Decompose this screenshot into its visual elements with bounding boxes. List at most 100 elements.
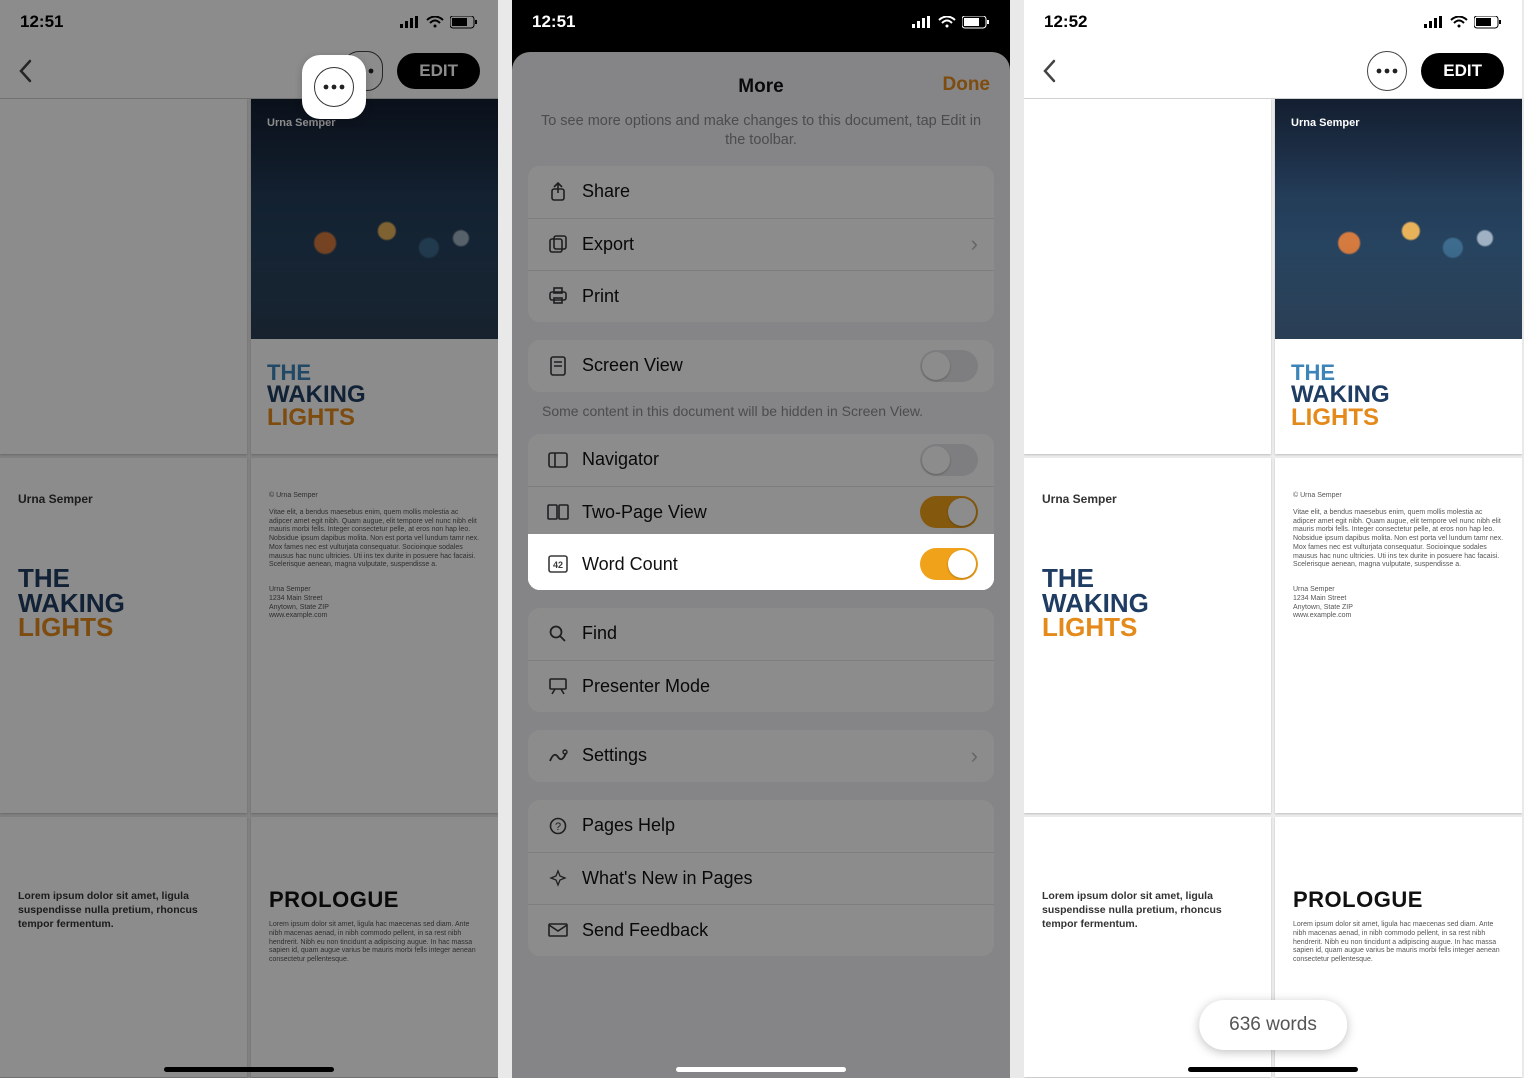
more-button[interactable] [1367, 51, 1407, 91]
row-settings-label: Settings [582, 745, 971, 766]
dedication-text: Lorem ipsum dolor sit amet, ligula suspe… [1042, 889, 1253, 932]
back-button[interactable] [1042, 57, 1060, 85]
group-tools: Find Presenter Mode [528, 608, 994, 712]
toggle-two-page[interactable] [920, 496, 978, 528]
screenshot-3: 12:52 EDIT Urna Semper THE [1024, 0, 1522, 1078]
sheet-header: More Done [512, 66, 1010, 108]
toggle-screen-view[interactable] [920, 350, 978, 382]
help-icon: ? [544, 817, 572, 835]
page-prologue: PROLOGUE Lorem ipsum dolor sit amet, lig… [251, 817, 498, 1077]
title-author: Urna Semper [18, 492, 229, 506]
row-navigator[interactable]: Navigator [528, 434, 994, 486]
row-two-page-label: Two-Page View [582, 502, 920, 523]
row-export-label: Export [582, 234, 971, 255]
page-blank [0, 99, 247, 454]
wifi-icon [938, 16, 956, 28]
credits-para: Vitae elit, a bendus maesebus enim, quem… [269, 509, 480, 570]
row-screen-view[interactable]: Screen View [528, 340, 994, 392]
battery-icon [450, 16, 478, 29]
presenter-icon [544, 677, 572, 695]
row-whats-new-label: What's New in Pages [582, 868, 978, 889]
copyright-head: © Urna Semper [1293, 492, 1504, 501]
edit-button[interactable]: EDIT [1421, 53, 1504, 89]
cellular-icon [1424, 16, 1444, 28]
cover-title-lights: LIGHTS [267, 407, 482, 430]
cover-author: Urna Semper [1291, 117, 1359, 129]
two-page-icon [544, 504, 572, 520]
wifi-icon [1450, 16, 1468, 28]
row-navigator-label: Navigator [582, 449, 920, 470]
settings-icon [544, 747, 572, 765]
status-bar: 12:51 [0, 0, 498, 44]
more-sheet: More Done To see more options and make c… [512, 52, 1010, 1078]
toggle-word-count[interactable] [920, 548, 978, 580]
find-icon [544, 625, 572, 643]
row-find-label: Find [582, 623, 978, 644]
row-two-page[interactable]: Two-Page View [528, 486, 994, 538]
cover-image: Urna Semper [1275, 99, 1522, 339]
row-pages-help[interactable]: ? Pages Help [528, 800, 994, 852]
row-send-feedback[interactable]: Send Feedback [528, 904, 994, 956]
screen-view-note: Some content in this document will be hi… [512, 402, 1010, 434]
page-title: Urna Semper THE WAKING LIGHTS [0, 458, 247, 813]
row-presenter[interactable]: Presenter Mode [528, 660, 994, 712]
export-icon [544, 234, 572, 254]
row-print-label: Print [582, 286, 978, 307]
title-line-the: THE [18, 566, 229, 591]
cellular-icon [912, 16, 932, 28]
screen-view-icon [544, 356, 572, 376]
prologue-heading: PROLOGUE [1293, 887, 1504, 913]
status-indicators [912, 16, 990, 29]
done-button[interactable]: Done [943, 74, 991, 96]
title-author: Urna Semper [1042, 492, 1253, 506]
row-word-count[interactable]: 42 Word Count [528, 538, 994, 590]
svg-text:42: 42 [553, 560, 563, 570]
row-word-count-label: Word Count [582, 554, 920, 575]
sheet-subtitle: To see more options and make changes to … [512, 108, 1010, 166]
word-count-pill[interactable]: 636 words [1199, 1000, 1347, 1050]
row-settings[interactable]: Settings › [528, 730, 994, 782]
row-whats-new[interactable]: What's New in Pages [528, 852, 994, 904]
wifi-icon [426, 16, 444, 28]
credit-block: Urna Semper 1234 Main Street Anytown, St… [269, 586, 480, 621]
row-presenter-label: Presenter Mode [582, 676, 978, 697]
edit-button[interactable]: EDIT [397, 53, 480, 89]
battery-icon [1474, 16, 1502, 29]
page-title: Urna Semper THE WAKING LIGHTS [1024, 458, 1271, 813]
battery-icon [962, 16, 990, 29]
toggle-navigator[interactable] [920, 444, 978, 476]
dedication-text: Lorem ipsum dolor sit amet, ligula suspe… [18, 889, 229, 932]
group-help: ? Pages Help What's New in Pages Send Fe… [528, 800, 994, 956]
status-indicators [1424, 16, 1502, 29]
copyright-head: © Urna Semper [269, 492, 480, 501]
group-share: Share Export › Print [528, 166, 994, 322]
cover-title-lights: LIGHTS [1291, 407, 1506, 430]
row-screen-view-label: Screen View [582, 355, 920, 376]
row-share-label: Share [582, 181, 978, 202]
word-count-icon: 42 [544, 555, 572, 573]
row-find[interactable]: Find [528, 608, 994, 660]
screenshot-1: 12:51 EDIT Urna Semper THE [0, 0, 498, 1078]
cellular-icon [400, 16, 420, 28]
page-blank [1024, 99, 1271, 454]
title-line-lights: LIGHTS [18, 615, 229, 640]
more-button-highlight[interactable] [302, 55, 366, 119]
title-line-the: THE [1042, 566, 1253, 591]
row-export[interactable]: Export › [528, 218, 994, 270]
sparkle-icon [544, 869, 572, 887]
status-indicators [400, 16, 478, 29]
svg-text:?: ? [555, 821, 561, 833]
toolbar: EDIT [1024, 44, 1522, 99]
page-dedication: Lorem ipsum dolor sit amet, ligula suspe… [0, 817, 247, 1077]
title-line-lights: LIGHTS [1042, 615, 1253, 640]
status-bar: 12:52 [1024, 0, 1522, 44]
document-canvas[interactable]: Urna Semper THE WAKING LIGHTS Urna Sempe… [0, 99, 498, 1078]
row-share[interactable]: Share [528, 166, 994, 218]
row-pages-help-label: Pages Help [582, 815, 978, 836]
group-settings: Settings › [528, 730, 994, 782]
home-indicator [164, 1067, 334, 1072]
back-button[interactable] [18, 57, 36, 85]
row-print[interactable]: Print [528, 270, 994, 322]
document-canvas[interactable]: Urna Semper THE WAKING LIGHTS Urna Sempe… [1024, 99, 1522, 1078]
status-time: 12:51 [20, 12, 63, 32]
